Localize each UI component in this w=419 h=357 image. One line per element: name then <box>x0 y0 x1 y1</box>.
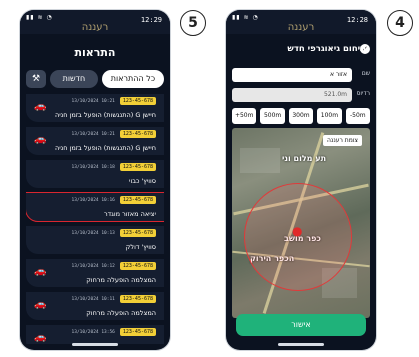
radius-row: 521.0m רדיוס <box>232 88 370 102</box>
alert-meta: 13/10/2024 10:13 123-45-678 <box>72 229 156 237</box>
status-bar: ▮▮ ≋ ◔ רעננה 12:28 <box>226 10 376 34</box>
map-block <box>240 148 280 173</box>
page-title: התראות <box>74 46 116 59</box>
alert-title: סוויץ' דולק <box>125 243 156 251</box>
radius-100-button[interactable]: 100m <box>317 108 342 124</box>
alert-datetime: 13/10/2024 10:16 <box>71 197 115 203</box>
license-plate-badge: 123-45-678 <box>119 97 156 105</box>
alert-meta: 13/10/2024 10:18 123-45-678 <box>72 163 156 171</box>
alert-meta: 13/10/2024 10:11 123-45-678 <box>72 295 156 303</box>
radius-minus-50-button[interactable]: -50m <box>345 108 371 124</box>
list-item[interactable]: 13/10/2024 10:21 123-45-678 חיישן G (התנגש… <box>26 127 164 155</box>
alert-meta: 13/10/2024 10:21 123-45-678 <box>72 130 156 138</box>
alert-title: המצלמה הופעלה מרחוק <box>86 276 156 284</box>
list-item[interactable]: 13/10/2024 10:13 123-45-678 סוויץ' דולק <box>26 226 164 254</box>
tab-new[interactable]: חדשות <box>50 70 98 88</box>
license-plate-badge: 123-45-678 <box>119 262 156 270</box>
tab-all-alerts[interactable]: כל ההתראות <box>101 70 164 88</box>
alert-title: חיישן G (התנגשות) הופעל בזמן חניה <box>54 144 156 152</box>
alerts-screen: ▮▮ ≋ ◔ רעננה 12:29 התראות ⚒ חדשות כל ההת… <box>20 10 170 350</box>
map-location-label: צומת רעננה <box>323 135 362 146</box>
radius-500-button[interactable]: 500m <box>260 108 285 124</box>
alert-datetime: 13/10/2024 10:11 <box>71 296 115 302</box>
alert-datetime: 13/10/2024 10:12 <box>71 263 115 269</box>
alert-datetime: 13/10/2024 10:18 <box>71 164 115 170</box>
alert-meta: 13/10/2024 10:16 123-45-678 <box>72 196 156 204</box>
list-item[interactable]: 13/10/2024 10:21 123-45-678 חיישן G (התנגש… <box>26 94 164 122</box>
status-icons: ▮▮ ≋ ◔ <box>26 14 53 21</box>
vehicle-icon: 🚗 <box>34 299 47 310</box>
vehicle-icon: 🚗 <box>34 134 47 145</box>
step-5-badge: 5 <box>180 10 206 36</box>
name-row: אזור א שם <box>232 68 370 82</box>
list-item[interactable]: 13/10/2024 10:12 123-45-678 המצלמה הופעלה … <box>26 259 164 287</box>
vehicle-icon: 🚗 <box>34 101 47 112</box>
license-plate-badge: 123-45-678 <box>119 229 156 237</box>
map-text: תע מלום וני <box>282 154 327 163</box>
radius-plus-50-button[interactable]: +50m <box>232 108 257 124</box>
alert-title: סוויץ' כבוי <box>129 177 156 185</box>
radius-buttons: +50m 500m 300m 100m -50m <box>232 108 371 124</box>
alert-datetime: 13/10/2024 10:21 <box>71 131 115 137</box>
alert-datetime: 13/10/2024 13:56 <box>71 329 115 335</box>
alert-meta: 13/10/2024 13:56 123-45-678 <box>72 328 156 336</box>
list-item[interactable]: 13/10/2024 10:18 123-45-678 סוויץ' כבוי <box>26 160 164 188</box>
geofence-screen: ▮▮ ≋ ◔ רעננה 12:28 ✓ תיחום גיאוגרפי חדש … <box>226 10 376 350</box>
radius-300-button[interactable]: 300m <box>288 108 314 124</box>
step-4-badge: 4 <box>387 10 413 36</box>
status-time: 12:29 <box>140 16 162 24</box>
alert-meta: 13/10/2024 10:21 123-45-678 <box>72 97 156 105</box>
alert-datetime: 13/10/2024 10:21 <box>71 98 115 104</box>
license-plate-badge: 123-45-678 <box>119 196 156 204</box>
home-indicator[interactable] <box>278 343 324 346</box>
alert-title: יציאה מאזור מוגדר <box>103 210 156 218</box>
license-plate-badge: 123-45-678 <box>119 130 156 138</box>
name-label: שם <box>361 70 370 77</box>
list-item[interactable]: 13/10/2024 10:11 123-45-678 המצלמה הופעלה … <box>26 292 164 320</box>
status-bar: ▮▮ ≋ ◔ רעננה 12:29 <box>20 10 170 34</box>
radius-label: רדיוס <box>356 90 370 97</box>
alert-title: חיישן G (התנגשות) הופעל בזמן חניה <box>54 111 156 119</box>
license-plate-badge: 123-45-678 <box>119 295 156 303</box>
home-indicator[interactable] <box>72 343 118 346</box>
list-item[interactable]: 13/10/2024 13:56 123-45-678 🚗 <box>26 325 164 344</box>
vehicle-icon: 🚗 <box>34 266 47 277</box>
settings-icon[interactable]: ⚒ <box>26 70 46 88</box>
list-item[interactable]: 13/10/2024 10:16 123-45-678 יציאה מאזור מו… <box>26 192 164 222</box>
license-plate-badge: 123-45-678 <box>119 163 156 171</box>
alert-datetime: 13/10/2024 10:13 <box>71 230 115 236</box>
alert-meta: 13/10/2024 10:12 123-45-678 <box>72 262 156 270</box>
alert-title: המצלמה הופעלה מרחוק <box>86 309 156 317</box>
license-plate-badge: 123-45-678 <box>119 328 156 336</box>
location-pin-icon[interactable]: ● <box>292 224 302 238</box>
radius-input[interactable]: 521.0m <box>232 88 352 102</box>
vehicle-icon: 🚗 <box>34 332 47 343</box>
page-title: תיחום גיאוגרפי חדש <box>287 44 366 54</box>
status-time: 12:28 <box>346 16 368 24</box>
alerts-tabs: ⚒ חדשות כל ההתראות <box>26 68 164 90</box>
map-view[interactable]: תע מלום וני כפר מושב הכפר הירוק ● צומת ר… <box>232 128 370 318</box>
name-input[interactable]: אזור א <box>232 68 352 82</box>
approve-button[interactable]: אישור <box>236 314 366 336</box>
alerts-list: 13/10/2024 10:21 123-45-678 חיישן G (התנגש… <box>26 94 164 344</box>
status-icons: ▮▮ ≋ ◔ <box>232 14 259 21</box>
